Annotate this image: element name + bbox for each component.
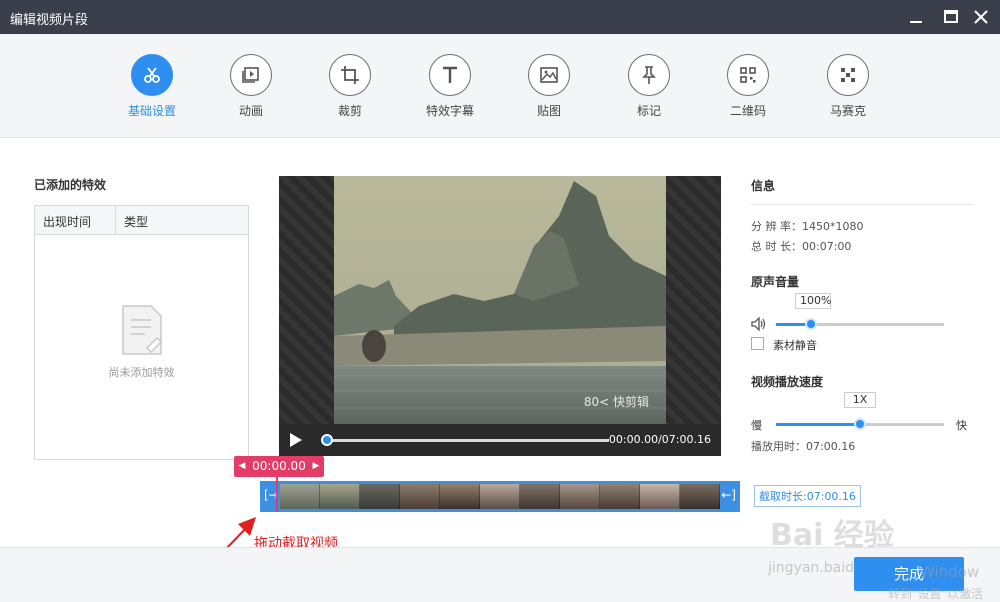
tab-label: 动画 [238, 104, 263, 118]
animation-icon [230, 54, 272, 96]
tab-label: 基础设置 [127, 104, 176, 118]
video-frame [334, 176, 666, 424]
info-heading: 信息 [751, 179, 776, 193]
clip-strip[interactable]: [→ ←] [260, 481, 740, 512]
tab-marker[interactable]: 标记 [604, 54, 694, 119]
tab-crop[interactable]: 裁剪 [305, 54, 395, 119]
playtime-value: 07:00.16 [806, 440, 856, 453]
video-preview[interactable]: 80< 快剪辑 [279, 176, 721, 424]
speaker-icon[interactable] [751, 317, 767, 331]
effects-table-header: 出现时间 类型 [35, 206, 248, 235]
current-time: 00:00.00 [252, 459, 306, 473]
feature-toolbar: 基础设置 动画 裁剪 特效字幕 贴图 标记 二维码 马赛克 [0, 34, 1000, 138]
qrcode-icon [727, 54, 769, 96]
close-icon[interactable] [970, 6, 992, 28]
duration-value: 00:07:00 [802, 240, 852, 253]
speed-slow-label: 慢 [751, 419, 762, 432]
column-appear-time: 出现时间 [43, 215, 92, 229]
speed-slider-knob[interactable] [854, 418, 866, 430]
speed-heading: 视频播放速度 [751, 375, 824, 389]
activation-hint: 转到"设置"以激活 [888, 587, 984, 601]
scissors-icon [131, 54, 173, 96]
tab-mosaic[interactable]: 马赛克 [803, 54, 893, 119]
speed-value: 1X [844, 392, 876, 408]
tab-label: 裁剪 [337, 104, 362, 118]
resolution-row: 分 辨 率：1450*1080 [751, 218, 864, 234]
empty-effects-text: 尚未添加特效 [108, 366, 175, 379]
tab-effect-subtitle[interactable]: 特效字幕 [405, 54, 495, 119]
effects-table: 出现时间 类型 尚未添加特效 [34, 205, 249, 460]
playback-time: 00:00.00/07:00.16 [608, 433, 711, 446]
duration-label: 总 时 长： [751, 240, 802, 253]
play-icon[interactable] [289, 432, 303, 448]
timeline-cursor[interactable] [276, 476, 278, 512]
baidu-watermark: Bai 经验 [770, 518, 894, 553]
tab-label: 二维码 [729, 104, 766, 118]
resolution-value: 1450*1080 [802, 220, 864, 233]
mute-checkbox[interactable] [751, 337, 764, 350]
volume-slider-knob[interactable] [805, 318, 818, 330]
video-watermark: 80< 快剪辑 [583, 395, 649, 409]
title-bar: 编辑视频片段 [0, 0, 1000, 34]
player-controls: 00:00.00/07:00.16 [279, 424, 721, 456]
playtime-label: 播放用时： [751, 440, 806, 453]
effects-panel-title: 已添加的特效 [34, 178, 107, 192]
step-forward-icon[interactable]: ▶ [310, 456, 322, 477]
mosaic-icon [827, 54, 869, 96]
image-icon [528, 54, 570, 96]
playback-progress-track[interactable] [325, 439, 609, 442]
playback-progress-knob[interactable] [321, 434, 333, 446]
cut-duration-label: 截取时长:07:00.16 [754, 485, 861, 507]
crop-icon [329, 54, 371, 96]
trim-end-handle-icon[interactable]: ←] [721, 488, 736, 502]
volume-heading: 原声音量 [751, 275, 800, 289]
duration-row: 总 时 长：00:07:00 [751, 238, 851, 254]
current-time-tag[interactable]: ◀ 00:00.00 ▶ [234, 456, 324, 477]
speed-slider-fill [776, 423, 860, 426]
tab-label: 标记 [636, 104, 661, 118]
pin-icon [628, 54, 670, 96]
volume-value: 100% [795, 293, 831, 309]
windows-activation-text: Window [920, 563, 980, 581]
mute-label: 素材静音 [773, 339, 817, 352]
tab-label: 马赛克 [829, 104, 866, 118]
minimize-icon[interactable] [905, 6, 927, 28]
tab-animation[interactable]: 动画 [206, 54, 296, 119]
thumbnail-strip [280, 484, 720, 509]
tab-basic-settings[interactable]: 基础设置 [107, 54, 197, 119]
tab-label: 特效字幕 [425, 104, 474, 118]
tab-label: 贴图 [536, 104, 561, 118]
info-divider [751, 204, 972, 205]
column-type: 类型 [124, 215, 149, 229]
tab-sticker[interactable]: 贴图 [504, 54, 594, 119]
maximize-icon[interactable] [940, 6, 962, 28]
step-back-icon[interactable]: ◀ [236, 456, 248, 477]
resolution-label: 分 辨 率： [751, 220, 802, 233]
text-icon [429, 54, 471, 96]
tab-qrcode[interactable]: 二维码 [703, 54, 793, 119]
speed-fast-label: 快 [956, 419, 967, 432]
empty-document-icon [122, 305, 163, 355]
window-title: 编辑视频片段 [10, 13, 89, 28]
playtime-row: 播放用时：07:00.16 [751, 438, 855, 454]
